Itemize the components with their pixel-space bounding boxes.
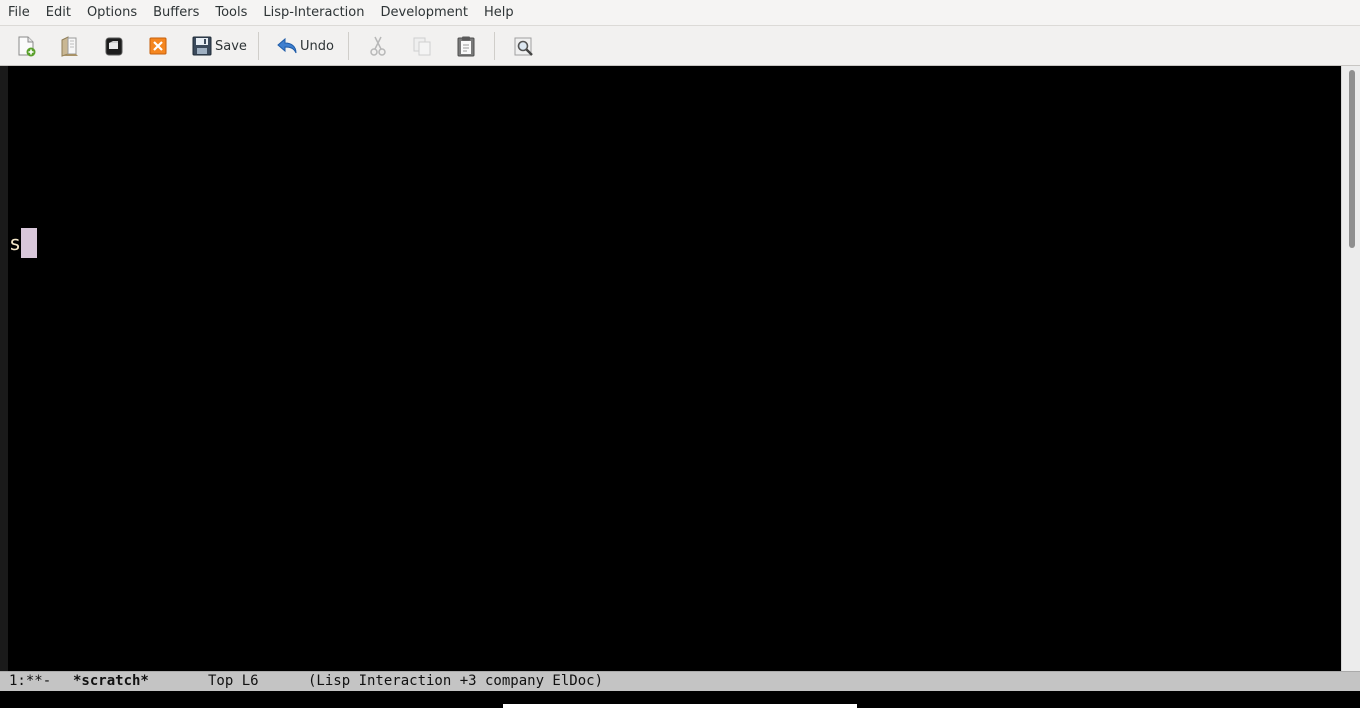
copy-button[interactable] — [411, 33, 433, 59]
left-fringe — [0, 66, 8, 671]
save-label: Save — [215, 38, 247, 54]
menu-tools[interactable]: Tools — [207, 0, 255, 25]
vertical-scrollbar[interactable] — [1341, 66, 1360, 671]
tool-bar: Save Undo — [0, 25, 1360, 66]
modeline-modes[interactable]: (Lisp Interaction +3 company ElDoc) — [308, 672, 603, 691]
new-file-icon — [15, 35, 37, 57]
mode-line: 1:**- *scratch* Top L6 (Lisp Interaction… — [0, 671, 1360, 691]
save-button[interactable]: Save — [191, 33, 247, 59]
cut-button[interactable] — [367, 33, 389, 59]
open-folder-icon — [59, 35, 81, 57]
toolbar-separator — [258, 32, 259, 60]
undo-icon — [276, 35, 298, 57]
cut-icon — [367, 35, 389, 57]
dired-icon — [103, 35, 125, 57]
copy-icon — [411, 35, 433, 57]
modeline-buffer-name[interactable]: *scratch* — [73, 672, 149, 691]
menu-help[interactable]: Help — [476, 0, 522, 25]
open-file-button[interactable] — [59, 33, 81, 59]
text-cursor — [21, 228, 38, 258]
minibuffer-indicator — [503, 704, 857, 708]
menu-options[interactable]: Options — [79, 0, 145, 25]
undo-label: Undo — [300, 38, 334, 54]
search-button[interactable] — [513, 33, 535, 59]
modeline-position: Top L6 — [208, 673, 259, 689]
scrollbar-thumb[interactable] — [1349, 70, 1355, 248]
menu-development[interactable]: Development — [373, 0, 477, 25]
emacs-window: File Edit Options Buffers Tools Lisp-Int… — [0, 0, 1360, 708]
paste-button[interactable] — [455, 33, 477, 59]
new-file-button[interactable] — [15, 33, 37, 59]
buffer-content[interactable]: s — [9, 228, 38, 258]
undo-button[interactable]: Undo — [276, 33, 334, 59]
menu-lisp-interaction[interactable]: Lisp-Interaction — [255, 0, 372, 25]
close-buffer-icon — [147, 35, 169, 57]
modeline-buffer-state: 1:**- — [9, 673, 52, 689]
menu-buffers[interactable]: Buffers — [145, 0, 207, 25]
toolbar-separator — [494, 32, 495, 60]
save-icon — [191, 35, 213, 57]
echo-area — [0, 691, 1360, 708]
menu-file[interactable]: File — [0, 0, 38, 25]
menu-edit[interactable]: Edit — [38, 0, 79, 25]
buffer-text: s — [9, 231, 22, 255]
dired-button[interactable] — [103, 33, 125, 59]
editor-text-area[interactable] — [0, 66, 1341, 671]
kill-buffer-button[interactable] — [147, 33, 169, 59]
menu-bar: File Edit Options Buffers Tools Lisp-Int… — [0, 0, 1360, 25]
paste-icon — [455, 35, 477, 57]
toolbar-separator — [348, 32, 349, 60]
search-icon — [513, 35, 535, 57]
